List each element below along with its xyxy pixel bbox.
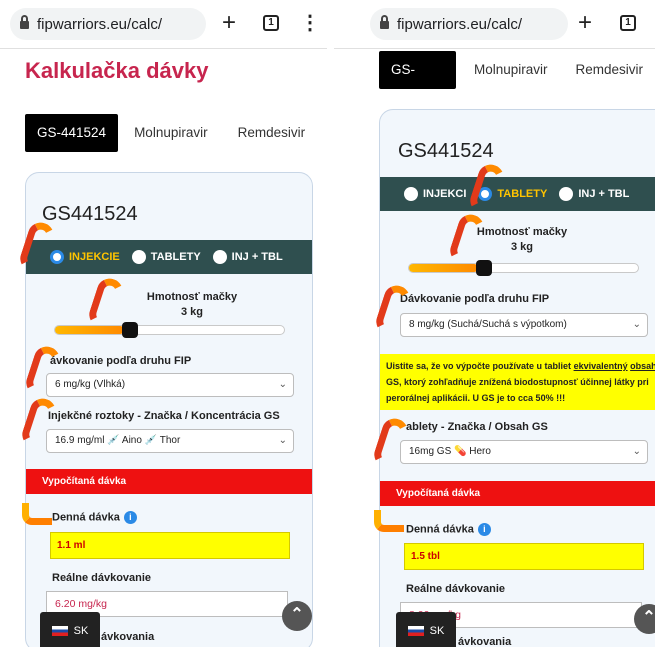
- weight-slider-thumb[interactable]: [476, 260, 492, 276]
- daily-dose-label: Denná dávka i: [406, 523, 491, 536]
- radio-selected-dot: [50, 250, 64, 264]
- scroll-top-icon[interactable]: ⌃: [282, 601, 312, 631]
- tab-switcher-icon[interactable]: 1: [263, 15, 279, 31]
- dosing-select-value: 8 mg/kg (Suchá/Suchá s výpotkom): [409, 319, 567, 330]
- weight-label-block: Hmotnosť mačky 3 kg: [102, 290, 282, 320]
- language-code: SK: [429, 625, 445, 637]
- radio-tablets[interactable]: TABLETY: [131, 250, 201, 264]
- language-switcher[interactable]: SK: [396, 612, 456, 647]
- weight-slider-fill: [55, 326, 124, 334]
- toolbar-divider: [0, 48, 327, 49]
- language-switcher[interactable]: SK: [40, 612, 100, 647]
- tablet-select-value: 16mg GS 💊 Hero: [409, 446, 491, 457]
- daily-dose-label: Denná dávka i: [52, 511, 137, 524]
- real-dosing-label: Reálne dávkovanie: [406, 583, 506, 595]
- dosing-label: Dávkovanie podľa druhu FIP: [400, 293, 550, 305]
- info-icon[interactable]: i: [123, 511, 137, 524]
- calculator-card: GS441524 INJEKCI TABLETY INJ + TBL Hmotn…: [379, 109, 655, 647]
- browser-toolbar: fipwarriors.eu/calc/ + 1: [334, 0, 655, 48]
- card-title: GS441524: [42, 203, 138, 225]
- dosing-section-label: ávkovania: [101, 631, 155, 643]
- injection-select[interactable]: 16.9 mg/ml 💉 Aino 💉 Thor ⌄: [46, 429, 294, 453]
- tab-gs441524[interactable]: GS-441524: [379, 51, 456, 115]
- radio-inj-tbl[interactable]: INJ + TBL: [559, 187, 629, 201]
- panel-divider: [327, 0, 334, 647]
- tablet-select[interactable]: 16mg GS 💊 Hero ⌄: [400, 440, 648, 464]
- chevron-down-icon: ⌄: [278, 435, 287, 446]
- comparison-screenshot: fipwarriors.eu/calc/ + 1 ⋮ Kalkulačka dá…: [0, 0, 655, 647]
- lock-icon: [20, 14, 29, 30]
- injection-select-value: 16.9 mg/ml 💉 Aino 💉 Thor: [55, 435, 181, 446]
- weight-slider-fill: [409, 264, 478, 272]
- bioavailability-notice: Uistite sa, že vo výpočte používate u ta…: [380, 354, 655, 410]
- card-title: GS441524: [398, 140, 494, 162]
- slovak-flag-icon: [51, 626, 68, 636]
- radio-injections[interactable]: INJEKCIE: [50, 250, 120, 264]
- dosing-label: ávkovanie podľa druhu FIP: [50, 355, 192, 367]
- weight-slider-thumb[interactable]: [122, 322, 138, 338]
- injection-label: Injekčné roztoky - Značka / Koncentrácia…: [48, 410, 280, 422]
- radio-dot: [212, 250, 227, 264]
- tablet-label: ablety - Značka / Obsah GS: [406, 421, 548, 433]
- toolbar-divider: [334, 48, 655, 49]
- plus-icon[interactable]: +: [222, 9, 236, 37]
- drug-tabs: GS-441524 Molnupiravir Remdesivir: [25, 114, 317, 152]
- chevron-down-icon: ⌄: [632, 319, 641, 330]
- info-icon[interactable]: i: [477, 523, 491, 536]
- radio-dot: [559, 187, 574, 201]
- tab-molnupiravir[interactable]: Molnupiravir: [462, 51, 560, 89]
- dosing-section-label: ávkovania: [458, 636, 512, 647]
- tab-gs441524[interactable]: GS-441524: [25, 114, 119, 152]
- right-phone-screen: fipwarriors.eu/calc/ + 1 GS-441524 Molnu…: [334, 0, 655, 647]
- equivalent-link[interactable]: ekvivalentný: [574, 361, 628, 371]
- annotation-mark: [374, 510, 404, 532]
- slovak-flag-icon: [407, 626, 424, 636]
- tab-switcher-icon[interactable]: 1: [620, 15, 636, 31]
- drug-tabs: GS-441524 Molnupiravir Remdesivir: [379, 51, 655, 115]
- chevron-down-icon: ⌄: [632, 446, 641, 457]
- address-bar[interactable]: fipwarriors.eu/calc/: [370, 8, 568, 40]
- kebab-menu-icon[interactable]: ⋮: [300, 10, 320, 36]
- radio-inj-tbl[interactable]: INJ + TBL: [212, 250, 283, 264]
- left-phone-screen: fipwarriors.eu/calc/ + 1 ⋮ Kalkulačka dá…: [0, 0, 327, 647]
- page-title: Kalkulačka dávky: [25, 58, 209, 83]
- calculated-dose-header: Vypočítaná dávka: [380, 481, 655, 506]
- address-bar[interactable]: fipwarriors.eu/calc/: [10, 8, 206, 40]
- dosing-select[interactable]: 6 mg/kg (Vlhká) ⌄: [46, 373, 294, 397]
- content-link[interactable]: obsah: [630, 361, 655, 371]
- plus-icon[interactable]: +: [578, 9, 592, 37]
- weight-value: 3 kg: [180, 306, 203, 318]
- browser-toolbar: fipwarriors.eu/calc/ + 1 ⋮: [0, 0, 327, 48]
- daily-dose-value: 1.5 tbl: [404, 543, 644, 570]
- weight-slider[interactable]: [408, 260, 639, 276]
- url-text: fipwarriors.eu/calc/: [397, 15, 523, 33]
- tab-molnupiravir[interactable]: Molnupiravir: [122, 114, 220, 152]
- real-dosing-label: Reálne dávkovanie: [52, 572, 152, 584]
- annotation-mark: [22, 503, 52, 525]
- weight-label: Hmotnosť mačky: [146, 291, 238, 303]
- calculator-card: GS441524 INJEKCIE TABLETY INJ + TBL Hmot…: [25, 172, 313, 647]
- language-code: SK: [73, 625, 89, 637]
- radio-dot: [131, 250, 146, 264]
- form-radio-bar: INJEKCI TABLETY INJ + TBL: [380, 177, 655, 211]
- lock-icon: [380, 14, 389, 30]
- tab-remdesivir[interactable]: Remdesivir: [563, 51, 655, 89]
- radio-injections[interactable]: INJEKCI: [404, 187, 466, 201]
- radio-dot: [404, 187, 418, 201]
- daily-dose-value: 1.1 ml: [50, 532, 290, 559]
- weight-slider[interactable]: [54, 322, 285, 338]
- form-radio-bar: INJEKCIE TABLETY INJ + TBL: [26, 240, 312, 274]
- tab-remdesivir[interactable]: Remdesivir: [226, 114, 318, 152]
- dosing-select-value: 6 mg/kg (Vlhká): [55, 379, 126, 390]
- url-text: fipwarriors.eu/calc/: [37, 15, 163, 33]
- dosing-select[interactable]: 8 mg/kg (Suchá/Suchá s výpotkom) ⌄: [400, 313, 648, 337]
- chevron-down-icon: ⌄: [278, 379, 287, 390]
- calculated-dose-header: Vypočítaná dávka: [26, 469, 312, 494]
